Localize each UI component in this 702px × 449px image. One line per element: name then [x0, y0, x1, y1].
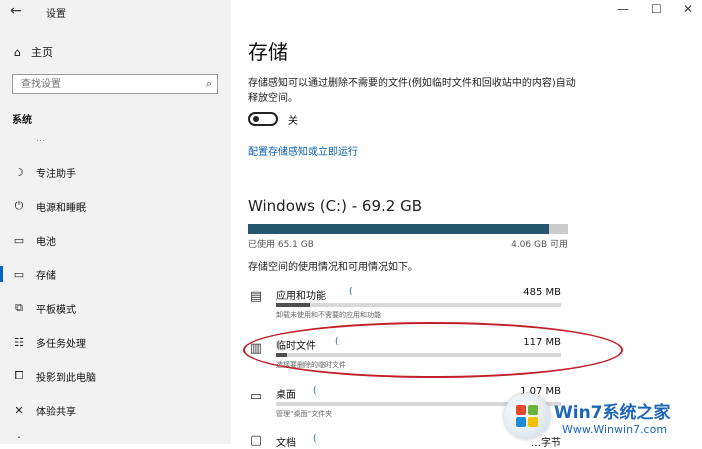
sidebar-item-label: 存储: [36, 270, 56, 282]
windows-logo-icon: [504, 393, 550, 439]
search-icon[interactable]: ⌕: [206, 77, 212, 91]
sidebar-item-tablet-mode[interactable]: ⧉ 平板模式: [0, 294, 231, 322]
usage-info-text: 存储空间的使用情况和可用情况如下。: [248, 262, 418, 273]
sidebar-item-project-to-pc[interactable]: ⧠ 投影到此电脑: [0, 362, 231, 390]
watermark-brand: Win7系统之家: [554, 403, 671, 423]
logo-red-quad: [516, 405, 526, 415]
share-icon: ✕: [14, 403, 24, 417]
sidebar-item-power-sleep[interactable]: ⏻ 电源和睡眠: [0, 192, 231, 220]
category-name: 桌面: [276, 390, 296, 401]
logo-blue-quad: [516, 417, 526, 427]
sidebar-item-storage[interactable]: ▭ 存储: [0, 260, 231, 288]
logo-yellow-quad: [528, 417, 538, 427]
document-icon: ▢: [249, 433, 263, 448]
search-box[interactable]: ⌕: [12, 74, 218, 94]
loading-spinner-icon: (: [313, 434, 317, 444]
sidebar-item-cut-off[interactable]: …: [36, 134, 45, 142]
sidebar-item-label: 专注助手: [36, 168, 76, 180]
apps-icon: ▤: [249, 289, 263, 304]
category-name: 应用和功能: [276, 291, 326, 302]
section-header: 系统: [12, 115, 32, 126]
toggle-state-label: 关: [288, 116, 298, 127]
sidebar-item-label: 平板模式: [36, 304, 76, 316]
window-title: 设置: [46, 9, 66, 20]
sidebar-home-label: 主页: [30, 46, 53, 59]
page-title: 存储: [248, 40, 288, 64]
category-size: 485 MB: [523, 287, 561, 298]
main-panel: — ☐ ✕ 存储 存储感知可以通过删除不需要的文件(例如临时文件和回收站中的内容…: [231, 0, 702, 449]
watermark-url: Www.Winwin7.com: [562, 423, 668, 436]
sidebar-item-label: 体验共享: [36, 406, 76, 418]
category-bar: [276, 303, 561, 307]
sidebar-item-label: 电源和睡眠: [36, 202, 86, 214]
home-icon: ⌂: [14, 45, 21, 59]
logo-green-quad: [528, 405, 538, 415]
sidebar-item-battery[interactable]: ▭ 电池: [0, 226, 231, 254]
highlight-ellipse: [243, 322, 623, 378]
moon-icon: ☽: [14, 165, 24, 179]
category-subtext: 卸载未使用和不需要的应用和功能: [276, 311, 381, 319]
desktop-icon: ▭: [249, 389, 263, 404]
drive-used-label: 已使用 65.1 GB: [248, 240, 314, 250]
drive-usage-bar: [248, 224, 568, 234]
configure-storage-sense-link[interactable]: 配置存储感知或立即运行: [248, 143, 358, 158]
loading-spinner-icon: (: [349, 287, 353, 297]
minimize-button[interactable]: —: [617, 2, 629, 16]
sidebar-item-multitasking[interactable]: ☷ 多任务处理: [0, 328, 231, 356]
sidebar-item-focus-assist[interactable]: ☽ 专注助手: [0, 158, 231, 186]
battery-icon: ▭: [13, 233, 25, 247]
storage-sense-description: 存储感知可以通过删除不需要的文件(例如临时文件和回收站中的内容)自动释放空间。: [248, 78, 576, 104]
sidebar-item-label: 多任务处理: [36, 338, 86, 350]
storage-icon: ▭: [13, 267, 25, 281]
drive-free-label: 4.06 GB 可用: [511, 240, 568, 250]
storage-sense-toggle[interactable]: [248, 112, 278, 126]
drive-title: Windows (C:) - 69.2 GB: [248, 197, 422, 215]
sidebar-home[interactable]: ⌂ 主页: [14, 44, 53, 60]
sidebar-item-label: 电池: [36, 236, 56, 248]
power-icon: ⏻: [14, 199, 24, 212]
toggle-knob: [253, 116, 259, 122]
sidebar-item-cut-bottom[interactable]: ·: [0, 430, 231, 444]
search-input[interactable]: [21, 77, 191, 91]
tablet-icon: ⧉: [15, 301, 23, 314]
category-name: 文档: [276, 438, 296, 449]
drive-usage-fill: [248, 224, 549, 234]
maximize-button[interactable]: ☐: [651, 2, 662, 16]
project-icon: ⧠: [14, 369, 24, 382]
sidebar-item-shared-experiences[interactable]: ✕ 体验共享: [0, 396, 231, 424]
category-subtext: 管理“桌面”文件夹: [276, 410, 333, 418]
category-bar-fill: [276, 303, 311, 307]
sidebar-item-label: 投影到此电脑: [36, 372, 96, 384]
multitask-icon: ☷: [14, 335, 24, 349]
close-button[interactable]: ✕: [683, 2, 693, 16]
loading-spinner-icon: (: [313, 386, 317, 396]
back-arrow-icon[interactable]: ←: [10, 3, 22, 19]
partial-icon: ·: [17, 430, 21, 444]
sidebar: ← 设置 ⌂ 主页 ⌕ 系统 … ☽ 专注助手 ⏻ 电源和睡眠 ▭ 电池 ▭ 存…: [0, 0, 231, 444]
